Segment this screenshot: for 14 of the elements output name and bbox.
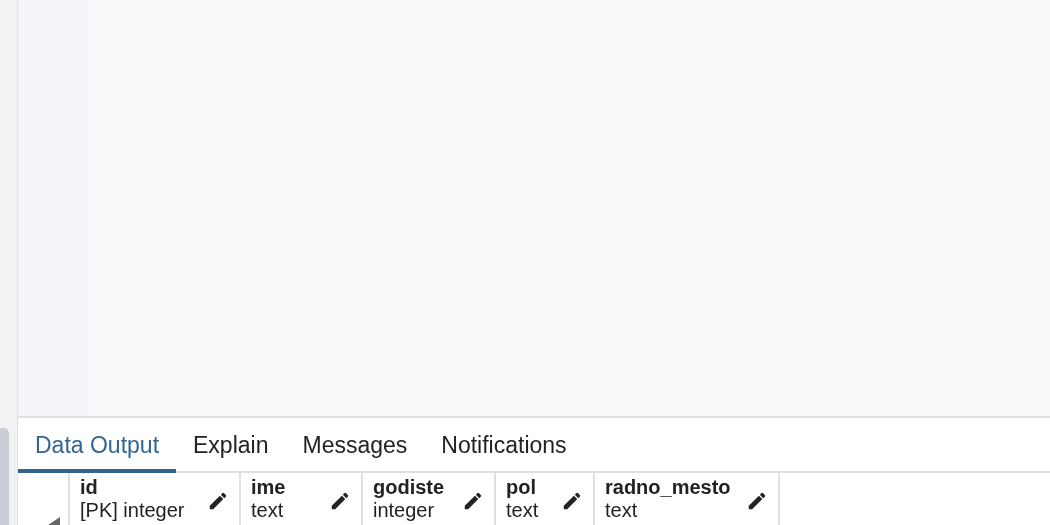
tab[interactable]: Notifications xyxy=(424,418,584,473)
column-type: text xyxy=(251,499,285,522)
column-name: radno_mesto xyxy=(605,476,731,499)
column-type: text xyxy=(506,499,539,522)
tab[interactable]: Messages xyxy=(285,418,425,473)
column-type: [PK] integer xyxy=(80,499,185,522)
column-name: ime xyxy=(251,476,286,499)
tab[interactable]: Data Output xyxy=(18,418,177,473)
column-name: id xyxy=(80,476,99,499)
column-type: text xyxy=(605,499,639,522)
tab[interactable]: Explain xyxy=(176,418,286,473)
column-name: godiste xyxy=(373,476,445,499)
column-name: pol xyxy=(506,476,537,499)
column-type: integer xyxy=(373,499,436,522)
